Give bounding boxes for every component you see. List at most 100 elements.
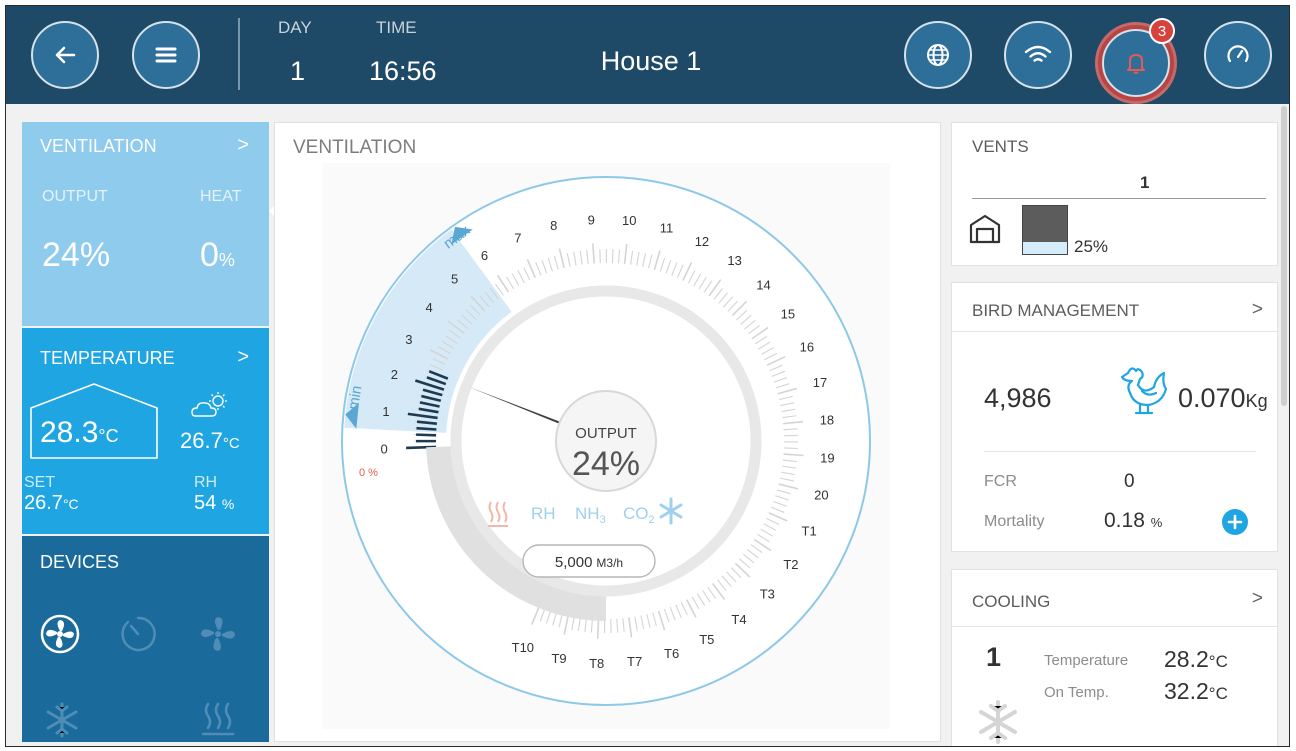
temperature-tile[interactable]: TEMPERATURE > 28.3°C 26.7°C SET RH 26.7°… <box>22 328 269 534</box>
dial-level-label: T2 <box>783 557 798 572</box>
cooling-temp-label: Temperature <box>1044 652 1129 669</box>
on-temp-label: On Temp. <box>1044 684 1109 701</box>
hub-output-value: 24% <box>572 445 640 483</box>
vent-level-gauge <box>1022 205 1068 255</box>
chevron-right-icon: > <box>237 346 249 368</box>
inside-temp-unit: °C <box>98 426 119 446</box>
back-button[interactable] <box>31 21 99 89</box>
bird-management-card[interactable]: BIRD MANAGEMENT > 4,986 0.070Kg FCR 0 Mo… <box>951 282 1278 552</box>
heat-value: 0% <box>200 236 235 275</box>
gauge-icon <box>1227 45 1249 63</box>
bird-title-divider <box>952 331 1277 332</box>
dial-level-label: T8 <box>589 656 604 671</box>
top-bar: DAY 1 TIME 16:56 House 1 3 <box>6 6 1289 104</box>
chevron-right-icon: > <box>237 134 249 156</box>
set-label: SET <box>24 474 56 491</box>
wifi-button[interactable] <box>1004 21 1072 89</box>
dial-level-label: 9 <box>588 212 595 227</box>
time-value: 16:56 <box>369 56 437 86</box>
rh-number: 54 <box>194 492 217 514</box>
inside-temperature: 28.3°C <box>40 416 119 450</box>
ventilation-dial[interactable]: 012345678 9 10 11121314151617181920T1T2T3T4… <box>323 163 890 729</box>
bird-weight-number: 0.070 <box>1178 383 1246 413</box>
dial-level-label: 17 <box>813 375 827 390</box>
bird-weight-unit: Kg <box>1245 391 1268 411</box>
house-icon <box>969 214 1001 244</box>
vent-percent: 25% <box>1074 237 1109 256</box>
dial-level-label: T4 <box>731 612 746 627</box>
devices-tile-title: DEVICES <box>40 552 120 572</box>
devices-tile[interactable]: DEVICES <box>22 536 269 742</box>
heater-icon <box>201 702 235 736</box>
dial-level-label: T10 <box>512 640 534 655</box>
cooling-temp-unit: °C <box>1208 652 1228 671</box>
dial-tick <box>783 447 798 450</box>
outside-temp-number: 26.7 <box>180 428 223 453</box>
airflow-number: 5,000 <box>555 554 593 571</box>
rh-unit: % <box>221 496 235 512</box>
chevron-right-icon: > <box>1251 588 1263 609</box>
dial-level-label: 1 <box>382 404 389 419</box>
app-window: DAY 1 TIME 16:56 House 1 3 VENTILATION >… <box>5 5 1290 747</box>
nh3-text: NH <box>575 504 600 523</box>
language-button[interactable] <box>904 21 972 89</box>
relative-humidity: 54 % <box>194 492 234 515</box>
fan-off-icon <box>201 617 235 651</box>
day-value: 1 <box>290 56 306 86</box>
outside-temperature: 26.7°C <box>180 428 240 454</box>
vent-number: 1 <box>1140 173 1150 192</box>
on-temp-number: 32.2 <box>1164 678 1209 704</box>
scrollbar[interactable] <box>1281 106 1287 406</box>
cooling-card[interactable]: COOLING > 1 Temperature 28.2°C On Temp. … <box>951 569 1278 746</box>
cooling-temp-number: 28.2 <box>1164 646 1209 672</box>
dial-level-label: 3 <box>405 332 412 347</box>
hub-output-label: OUTPUT <box>575 425 637 442</box>
dial-level-label: 0 <box>381 442 388 457</box>
add-mortality-button[interactable] <box>1222 509 1248 535</box>
dial-level-label: 6 <box>481 248 488 263</box>
fan-icon <box>40 614 80 654</box>
dial-level-label: T3 <box>760 587 775 602</box>
output-label: OUTPUT <box>42 188 108 205</box>
menu-button[interactable] <box>132 21 200 89</box>
dial-tick <box>611 249 614 264</box>
time-label: TIME <box>376 18 417 37</box>
header-divider <box>238 18 240 90</box>
dashboard-button[interactable] <box>1204 21 1272 89</box>
dial-level-label: T7 <box>627 654 642 669</box>
set-temp-unit: °C <box>62 496 79 512</box>
set-temp-number: 26.7 <box>24 492 63 514</box>
dial-level-label: T9 <box>551 651 566 666</box>
dial-level-label: 11 <box>660 220 674 235</box>
set-temperature: 26.7°C <box>24 492 79 515</box>
house-title: House 1 <box>600 46 702 76</box>
globe-icon <box>927 44 949 66</box>
bird-weight: 0.070Kg <box>1178 383 1268 414</box>
timer-icon <box>121 616 156 652</box>
rh-indicator: RH <box>531 504 556 523</box>
cooling-temp-value: 28.2°C <box>1164 646 1228 673</box>
vents-card-title: VENTS <box>972 137 1029 156</box>
ventilation-tile[interactable]: VENTILATION > OUTPUT HEAT 24% 0% <box>22 122 269 326</box>
dial-level-label: 10 <box>622 213 636 228</box>
fcr-label: FCR <box>984 473 1017 490</box>
dial-level-label: T6 <box>664 646 679 661</box>
dial-active-tick <box>416 426 437 431</box>
vents-card[interactable]: VENTS 1 25% <box>951 122 1278 266</box>
dial-level-label: 5 <box>451 272 458 287</box>
dial-level-label: T5 <box>699 632 714 647</box>
chicken-icon <box>1120 367 1168 415</box>
on-temp-unit: °C <box>1208 684 1228 703</box>
vents-divider <box>972 198 1266 199</box>
dial-level-label: 13 <box>727 253 741 268</box>
cooling-number: 1 <box>986 642 1002 672</box>
dial-tick <box>596 618 600 639</box>
dial-level-label: 2 <box>391 367 398 382</box>
ventilation-panel: VENTILATION 0 1 2 3 4 5 6 7 8 9 10 11 12 13 14 15 16 17 18… <box>274 122 941 742</box>
bird-count: 4,986 <box>984 383 1052 413</box>
ventilation-panel-title: VENTILATION <box>293 137 417 158</box>
heat-number: 0 <box>200 236 219 274</box>
dial-active-tick <box>416 433 437 437</box>
day-label: DAY <box>278 18 312 37</box>
dial-level-label: 14 <box>756 278 770 293</box>
